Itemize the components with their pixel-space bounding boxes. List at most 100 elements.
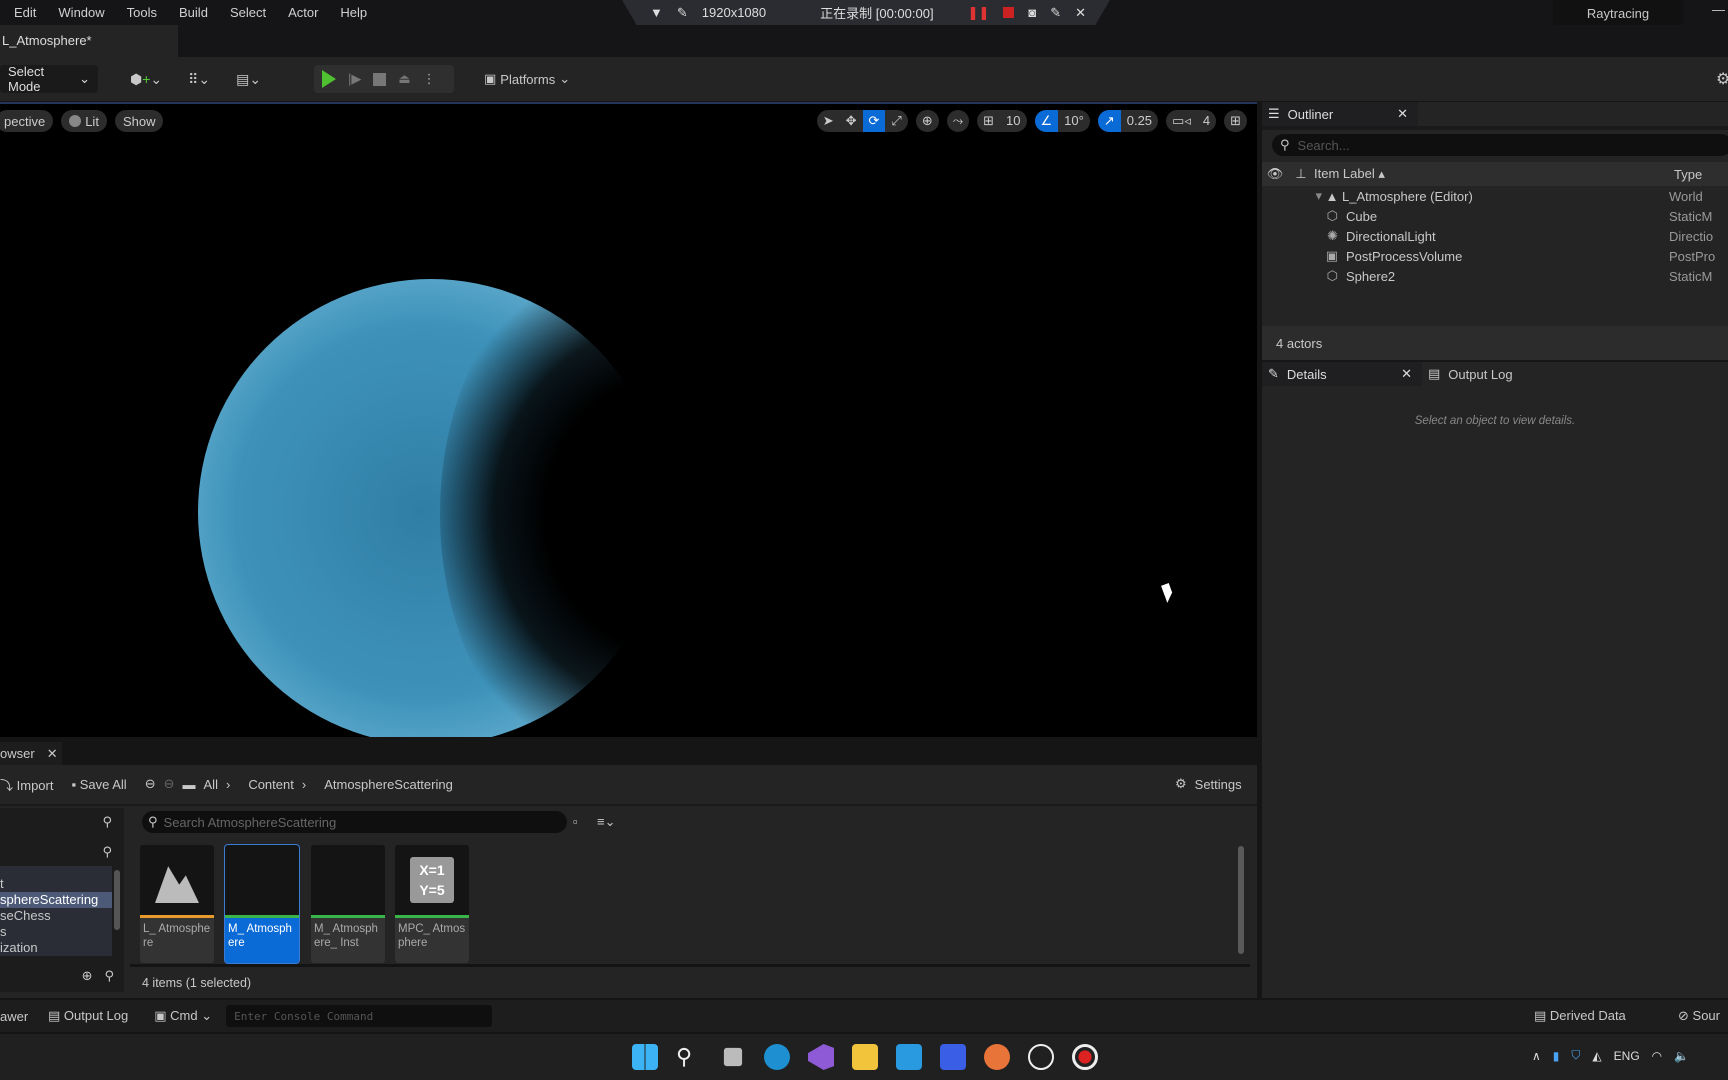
mail-icon[interactable] [896, 1044, 922, 1070]
tree-row-world[interactable]: ▾ ▲ L_Atmosphere (Editor) World [1262, 186, 1728, 206]
scale-snap[interactable]: ↗ 0.25 [1097, 110, 1159, 132]
tab-map[interactable]: L_Atmosphere* [0, 25, 178, 57]
close-icon[interactable]: ✕ [1075, 5, 1086, 21]
asset-tile[interactable]: X=1 Y=5 MPC_ Atmosphere [395, 845, 469, 963]
asset-search-input[interactable]: ⚲ Search AtmosphereScattering [142, 811, 567, 833]
visibility-icon[interactable]: 👁 [1262, 166, 1288, 182]
folder-item[interactable]: s [0, 924, 112, 940]
visual-studio-icon[interactable] [808, 1044, 834, 1070]
menu-select[interactable]: Select [230, 5, 266, 20]
content-drawer-button[interactable]: awer [0, 1009, 36, 1024]
menu-window[interactable]: Window [58, 5, 104, 20]
stop-icon[interactable] [373, 72, 387, 86]
save-all-button[interactable]: ▪ Save All [71, 777, 126, 792]
surface-snap-icon[interactable]: ⤳ [947, 110, 969, 132]
volume-icon[interactable]: 🔈 [1674, 1049, 1689, 1063]
search-icon[interactable]: ⚲ [102, 814, 112, 830]
back-icon[interactable]: ⊖ [145, 776, 156, 792]
folder-item[interactable]: ization [0, 940, 112, 956]
angle-snap[interactable]: ∠ 10° [1034, 110, 1090, 132]
eject-icon[interactable]: ⏏ [398, 71, 410, 87]
translate-icon[interactable]: ✥ [840, 110, 863, 132]
dropdown-icon[interactable]: ▼ [650, 5, 663, 20]
cmd-dropdown[interactable]: ▣ Cmd ⌄ [154, 1008, 212, 1024]
settings-button[interactable]: ⚙ Settings [1175, 772, 1242, 796]
advance-frame-icon[interactable]: |▶ [348, 71, 361, 87]
stop-icon[interactable] [1003, 7, 1015, 18]
close-icon[interactable]: ✕ [1401, 366, 1412, 382]
asset-tile[interactable]: L_ Atmosphere [140, 845, 214, 963]
defender-icon[interactable]: ⛉ [1571, 1048, 1580, 1063]
derived-data-button[interactable]: ▤ Derived Data [1534, 1008, 1626, 1024]
camera-icon[interactable]: ◙ [1028, 5, 1036, 20]
column-type[interactable]: Type [1674, 167, 1702, 182]
forward-icon[interactable]: ⊖ [164, 776, 175, 792]
more-options-icon[interactable]: ⋮ [423, 71, 436, 87]
folder-item[interactable]: seChess [0, 908, 112, 924]
settings-icon[interactable]: ⚙ [1716, 69, 1728, 89]
filter-icon[interactable]: ≡⌄ [597, 814, 615, 830]
task-view-icon[interactable] [723, 1047, 743, 1067]
column-item-label[interactable]: Item Label ▴ [1314, 166, 1674, 182]
tab-details[interactable]: ✎ Details ✕ [1262, 362, 1422, 386]
tab-outliner[interactable]: ☰ Outliner ✕ [1262, 102, 1418, 126]
start-icon[interactable] [632, 1044, 658, 1070]
tree-row[interactable]: ▣ PostProcessVolume PostPro [1262, 246, 1728, 266]
folder-scrollbar[interactable] [114, 870, 120, 930]
unreal-engine-icon[interactable] [1028, 1044, 1054, 1070]
scale-icon[interactable]: ⤢ [885, 110, 907, 132]
app-icon[interactable] [940, 1044, 966, 1070]
tree-row[interactable]: ⬡ Cube StaticM [1262, 206, 1728, 226]
breadcrumb-all[interactable]: All [204, 777, 218, 792]
show-button[interactable]: Show [114, 110, 164, 132]
folder-item[interactable]: t [0, 876, 112, 892]
expand-icon[interactable]: ▾ [1262, 188, 1322, 204]
tree-row[interactable]: ⬡ Sphere2 StaticM [1262, 266, 1728, 286]
menu-build[interactable]: Build [179, 5, 208, 20]
search-icon[interactable]: ⚲ [104, 968, 114, 984]
tab-output-log[interactable]: ▤ Output Log [1428, 362, 1513, 386]
pen-icon[interactable]: ✎ [1050, 5, 1061, 21]
platforms-button[interactable]: ▣ Platforms ⌄ [484, 71, 570, 87]
outliner-search-input[interactable]: ⚲ Search... [1272, 134, 1728, 156]
menu-actor[interactable]: Actor [288, 5, 318, 20]
level-viewport[interactable]: pective Lit Show ➤ ✥ ⟳ ⤢ ⊕ ⤳ ⊞ 10 ∠ 10° ↗ 0.25… [0, 102, 1257, 737]
grid-snap[interactable]: ⊞ 10 [977, 110, 1027, 132]
usb-icon[interactable]: ▮ [1553, 1049, 1560, 1063]
close-icon[interactable]: ✕ [1397, 106, 1408, 122]
folder-item-selected[interactable]: sphereScattering [0, 892, 112, 908]
wifi-icon[interactable]: ◠ [1652, 1049, 1662, 1063]
camera-speed[interactable]: ▭◃ 4 [1166, 110, 1217, 132]
add-actor-icon[interactable]: ⬢+⌄ [130, 71, 162, 88]
import-button[interactable]: ⤵ Import [0, 775, 53, 794]
world-local-icon[interactable]: ⊕ [916, 110, 939, 132]
file-explorer-icon[interactable] [852, 1044, 878, 1070]
search-icon[interactable]: ⚲ [102, 844, 112, 860]
viewport-layout-icon[interactable]: ⊞ [1224, 110, 1247, 132]
pin-icon[interactable]: ⊥ [1288, 166, 1314, 182]
breadcrumb-atmospherescattering[interactable]: AtmosphereScattering [324, 777, 453, 792]
minimize-button[interactable]: — [1712, 2, 1725, 17]
source-control-button[interactable]: ⊘ Sour [1678, 1008, 1720, 1024]
rotate-icon[interactable]: ⟳ [862, 110, 886, 132]
perspective-button[interactable]: pective [0, 110, 54, 132]
menu-edit[interactable]: Edit [14, 5, 36, 20]
network-app-icon[interactable]: ◭ [1592, 1049, 1601, 1063]
tab-content-browser[interactable]: owser ✕ [0, 742, 62, 765]
close-icon[interactable]: ✕ [47, 746, 58, 762]
output-log-button[interactable]: ▤ Output Log [48, 1008, 128, 1024]
asset-tile[interactable]: M_ Atmosphere_ Inst [311, 845, 385, 963]
play-icon[interactable] [322, 70, 336, 88]
edge-icon[interactable] [764, 1044, 790, 1070]
save-search-icon[interactable]: ▫ [573, 814, 578, 829]
pause-icon[interactable]: ❚❚ [968, 5, 990, 21]
menu-help[interactable]: Help [340, 5, 367, 20]
tree-row[interactable]: ✺ DirectionalLight Directio [1262, 226, 1728, 246]
recorder-icon[interactable] [1072, 1044, 1098, 1070]
console-command-input[interactable]: Enter Console Command [226, 1005, 493, 1027]
add-icon[interactable]: ⊕ [82, 968, 93, 984]
asset-tile-selected[interactable]: M_ Atmosphere [224, 844, 300, 964]
select-mode-dropdown[interactable]: Select Mode ⌄ [0, 64, 98, 94]
select-icon[interactable]: ➤ [817, 110, 840, 132]
blueprint-icon[interactable]: ⠿⌄ [188, 71, 210, 88]
